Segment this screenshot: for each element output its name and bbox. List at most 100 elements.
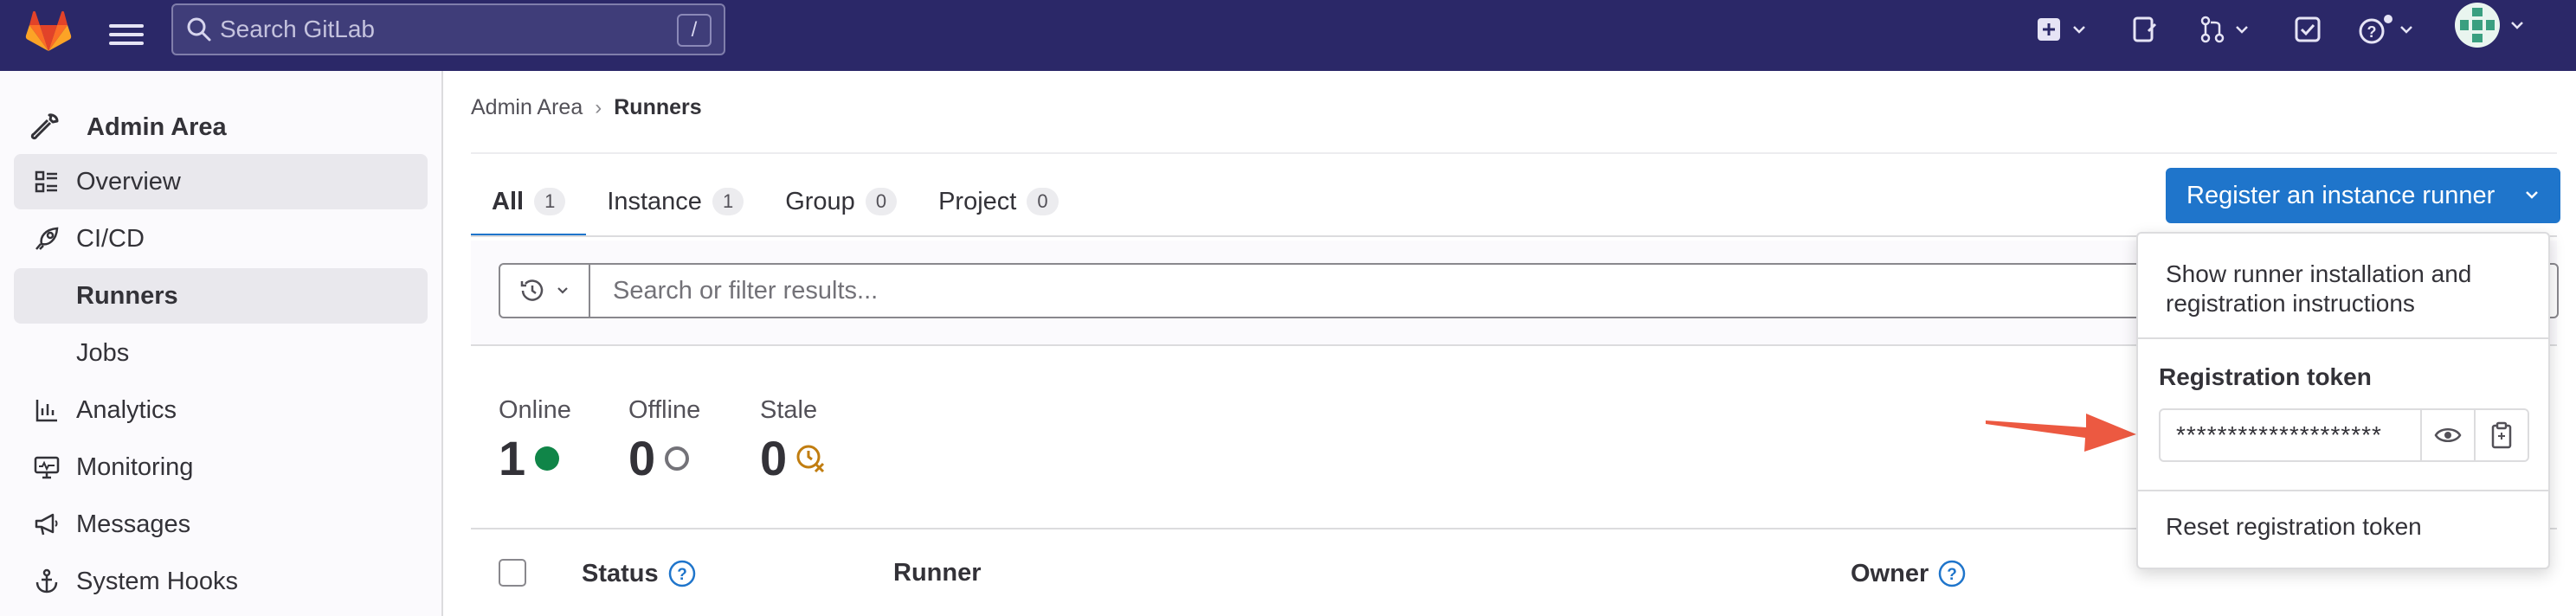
create-new-button[interactable] (2036, 12, 2088, 47)
svg-text:?: ? (2367, 23, 2377, 41)
admin-wrench-icon (30, 113, 59, 140)
tab-project[interactable]: Project 0 (918, 166, 1079, 237)
show-instructions-item[interactable]: Show runner installation and registratio… (2138, 260, 2548, 318)
help-button[interactable]: ? (2358, 12, 2415, 47)
show-instructions-line2: registration instructions (2166, 290, 2415, 317)
sidebar-item-runners[interactable]: Runners (14, 268, 428, 324)
sidebar-item-messages[interactable]: Messages (14, 497, 428, 552)
monitor-icon (31, 455, 62, 479)
select-all-checkbox[interactable] (499, 559, 526, 587)
top-bar: Search GitLab / ? (0, 0, 2576, 71)
sidebar-item-analytics[interactable]: Analytics (14, 382, 428, 438)
breadcrumb-admin-area[interactable]: Admin Area (471, 95, 583, 120)
sidebar-item-label: System Hooks (76, 567, 238, 595)
tab-count-badge: 1 (712, 188, 744, 215)
todo-button[interactable] (2294, 12, 2322, 47)
sidebar-item-monitoring[interactable]: Monitoring (14, 440, 428, 495)
sidebar-item-overview[interactable]: Overview (14, 154, 428, 209)
tab-count-badge: 1 (534, 188, 566, 215)
gitlab-logo-icon[interactable] (24, 8, 73, 56)
sidebar-item-label: Monitoring (76, 452, 194, 481)
registration-token-title: Registration token (2159, 363, 2372, 390)
tab-group[interactable]: Group 0 (764, 166, 918, 237)
overview-icon (31, 170, 62, 194)
register-button-label: Register an instance runner (2186, 181, 2496, 209)
offline-status-icon (665, 446, 690, 471)
todo-icon (2295, 16, 2321, 42)
sidebar-item-label: Overview (76, 167, 181, 196)
tab-instance[interactable]: Instance 1 (586, 166, 764, 237)
svg-text:?: ? (1947, 566, 1957, 584)
issues-button[interactable] (2131, 12, 2159, 47)
column-status: Status ? (582, 559, 697, 588)
reveal-token-button[interactable] (2420, 410, 2474, 460)
stat-label: Online (499, 396, 571, 424)
breadcrumb-separator: › (595, 95, 602, 119)
annotation-arrow (1986, 414, 2136, 452)
sidebar-item-label: Analytics (76, 395, 177, 424)
runner-type-tabs: All 1 Instance 1 Group 0 Project 0 (471, 166, 1079, 237)
tab-count-badge: 0 (1027, 188, 1059, 215)
breadcrumb: Admin Area › Runners (471, 95, 702, 120)
stat-value: 1 (499, 431, 526, 485)
merge-requests-button[interactable] (2199, 12, 2251, 47)
help-icon: ? (2359, 15, 2392, 44)
question-circle-icon[interactable]: ? (1937, 559, 1967, 588)
registration-token-field[interactable]: ******************** (2161, 410, 2420, 460)
user-menu-button[interactable] (2455, 3, 2526, 48)
tab-label: Project (938, 187, 1017, 215)
copy-token-button[interactable] (2474, 410, 2528, 460)
column-label: Status (582, 559, 659, 587)
chevron-down-icon (557, 287, 568, 294)
registration-token-group: ******************** (2159, 408, 2529, 462)
menu-icon[interactable] (109, 19, 144, 50)
stale-clock-icon (796, 445, 825, 472)
register-runner-dropdown: Show runner installation and registratio… (2136, 232, 2550, 569)
sidebar-header[interactable]: Admin Area (29, 92, 227, 163)
breadcrumb-current[interactable]: Runners (614, 95, 701, 120)
eye-icon (2434, 428, 2462, 442)
sidebar-item-label: CI/CD (76, 224, 145, 253)
sidebar: Admin Area Overview CI/CD Runners Jobs A… (0, 71, 443, 616)
sidebar-item-label: Runners (76, 281, 178, 310)
reset-registration-token-item[interactable]: Reset registration token (2138, 512, 2548, 542)
merge-request-icon (2200, 16, 2225, 43)
stat-stale: Stale 0 (760, 396, 825, 486)
sidebar-item-label: Jobs (76, 338, 130, 367)
search-shortcut-key: / (677, 14, 712, 47)
column-runner: Runner (893, 559, 982, 587)
sidebar-item-cicd[interactable]: CI/CD (14, 211, 428, 266)
chevron-down-icon (2511, 22, 2523, 29)
chevron-down-icon (2526, 191, 2538, 199)
issues-icon (2133, 16, 2157, 42)
question-circle-icon[interactable]: ? (667, 559, 697, 588)
stat-value: 0 (760, 431, 788, 485)
sidebar-item-label: Messages (76, 510, 191, 538)
dropdown-divider (2138, 337, 2548, 339)
show-instructions-line1: Show runner installation and (2166, 260, 2472, 287)
search-icon (187, 17, 211, 42)
column-owner: Owner ? (1851, 559, 1967, 588)
search-placeholder: Search GitLab (220, 16, 375, 42)
sidebar-item-jobs[interactable]: Jobs (14, 325, 428, 381)
stat-label: Offline (628, 396, 701, 424)
sidebar-item-system-hooks[interactable]: System Hooks (14, 554, 428, 609)
stat-online: Online 1 (499, 396, 571, 486)
chevron-down-icon (2073, 26, 2085, 34)
tab-label: Instance (607, 187, 702, 215)
chevron-down-icon (2400, 26, 2412, 34)
tab-all[interactable]: All 1 (471, 166, 587, 237)
sidebar-title: Admin Area (87, 112, 227, 141)
tab-label: Group (785, 187, 855, 215)
stat-value: 0 (628, 431, 656, 485)
avatar (2455, 3, 2500, 48)
online-status-icon (535, 446, 560, 471)
rocket-icon (31, 225, 62, 253)
register-instance-runner-button[interactable]: Register an instance runner (2166, 168, 2560, 223)
history-icon (520, 279, 544, 301)
svg-text:?: ? (677, 566, 687, 584)
recent-searches-button[interactable] (500, 265, 590, 317)
global-search-input[interactable]: Search GitLab / (171, 3, 725, 55)
column-label: Runner (893, 559, 982, 587)
tab-label: All (492, 187, 525, 215)
